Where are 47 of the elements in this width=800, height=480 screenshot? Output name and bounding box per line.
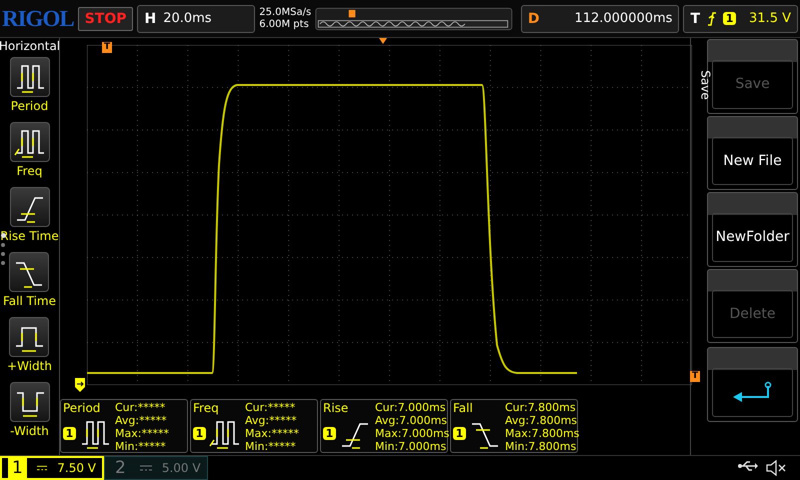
- measurement-value: Max:7.000ms: [375, 427, 450, 440]
- measurement-value: Max:*****: [245, 427, 300, 440]
- usb-icon: [738, 460, 758, 472]
- channel-badge: 1: [63, 426, 76, 440]
- menu-button[interactable]: NewFolder: [707, 192, 798, 267]
- channel-button[interactable]: 1 7.50 V: [0, 456, 104, 480]
- measurement-value: Avg:7.000ms: [375, 414, 448, 427]
- channel-badge: 1: [193, 426, 206, 440]
- trigger-level-marker: T: [690, 371, 700, 382]
- measurement-value: Min:7.800ms: [505, 440, 578, 453]
- measurement-value: Cur:*****: [115, 401, 166, 414]
- measurement-value: Max:7.800ms: [505, 427, 580, 440]
- channel-badge: 1: [323, 426, 336, 440]
- measurement-value: Cur:7.800ms: [505, 401, 577, 414]
- trigger-position-marker: T: [102, 42, 112, 53]
- measurement-name: Rise: [323, 401, 350, 415]
- channel-badge: 1: [453, 426, 466, 440]
- measurement-name: Fall: [453, 401, 474, 415]
- memory-depth: 6.00M pts: [259, 18, 310, 30]
- measurement-value: Min:*****: [115, 440, 167, 453]
- run-stop-button[interactable]: STOP: [78, 6, 134, 30]
- measurement-value: Min:7.000ms: [375, 440, 448, 453]
- brand-logo: RIGOL: [2, 6, 74, 32]
- return-arrow-icon: [732, 381, 774, 404]
- muted-speaker-icon: [766, 460, 786, 476]
- measurement-value: Max:*****: [115, 427, 170, 440]
- timebase-display[interactable]: H 20.0ms: [137, 4, 256, 32]
- measurement-name: Period: [63, 401, 102, 415]
- menu-title: Horizontal: [0, 39, 60, 53]
- measurement-value: Avg:*****: [115, 414, 168, 427]
- dc-coupling-icon: [36, 465, 48, 471]
- channel-button[interactable]: 2 5.00 V: [104, 456, 208, 480]
- measurement-name: Freq: [193, 401, 220, 415]
- measurement-value: Cur:*****: [245, 401, 296, 414]
- measure-item[interactable]: Fall Time: [2, 252, 56, 317]
- channel-marker-icon: [75, 378, 85, 392]
- sample-rate: 25.0MSa/s: [259, 6, 312, 18]
- measurement-value: Avg:7.800ms: [505, 414, 578, 427]
- rising-edge-icon: [707, 12, 716, 26]
- dc-coupling-icon: [140, 465, 152, 471]
- trigger-display[interactable]: T 1 31.5 V: [683, 4, 798, 32]
- measurement-value: Cur:7.000ms: [375, 401, 447, 414]
- menu-button[interactable]: New File: [707, 116, 798, 190]
- measurement-value: Min:*****: [245, 440, 297, 453]
- back-button[interactable]: [707, 347, 798, 422]
- delay-display[interactable]: D 112.000000ms: [520, 4, 680, 32]
- measurement-value: Avg:*****: [245, 414, 298, 427]
